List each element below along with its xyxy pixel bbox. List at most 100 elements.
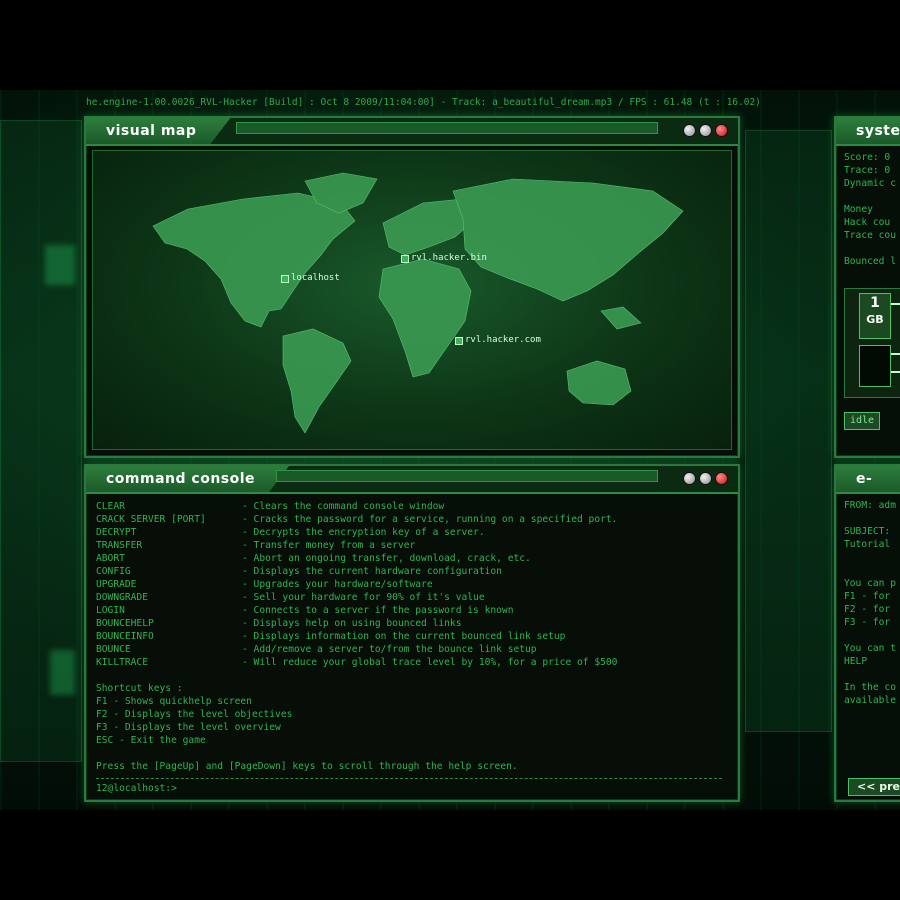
system-stat-line: Bounced l <box>844 256 896 267</box>
command-description: - Abort an ongoing transfer, download, c… <box>242 553 531 564</box>
command-name: BOUNCEINFO <box>96 631 154 642</box>
command-name: CRACK SERVER [PORT] <box>96 514 206 525</box>
command-description: - Upgrades your hardware/software <box>242 579 433 590</box>
console-divider <box>96 778 722 779</box>
map-node-localhost[interactable] <box>281 275 289 283</box>
titlebar-decoration <box>236 122 658 134</box>
system-title: syste <box>836 118 900 144</box>
world-map-graphic <box>152 172 684 434</box>
ram-unit: GB <box>866 313 884 326</box>
command-name: BOUNCEHELP <box>96 618 154 629</box>
command-name: CLEAR <box>96 501 125 512</box>
email-line: You can p <box>844 578 896 589</box>
close-button[interactable] <box>715 472 728 485</box>
email-title: e-mai <box>836 466 900 492</box>
minimize-button[interactable] <box>683 472 696 485</box>
command-console-title: command console <box>86 466 289 492</box>
shortcut-header: Shortcut keys : <box>96 683 183 694</box>
engine-status-line: he.engine-1.00.0026_RVL-Hacker [Build] :… <box>86 97 761 108</box>
email-line: F3 - for <box>844 617 891 628</box>
titlebar-decoration <box>276 470 658 482</box>
maximize-button[interactable] <box>699 124 712 137</box>
ram-chip: 1 GB <box>859 293 891 339</box>
continent-islands <box>600 306 642 330</box>
command-console-titlebar[interactable]: command console <box>86 466 738 494</box>
command-name: TRANSFER <box>96 540 143 551</box>
email-line: SUBJECT: <box>844 526 891 537</box>
background-server-rack-right <box>745 130 832 732</box>
email-line: F1 - for <box>844 591 891 602</box>
system-stat-line: Money <box>844 204 873 215</box>
background-glow-left <box>45 245 75 285</box>
shortcut-line: F3 - Displays the level overview <box>96 722 281 733</box>
world-map[interactable]: localhost rvl.hacker.bin rvl.hacker.com <box>92 150 732 450</box>
command-console-window: command console CLEAR - Clears the comman… <box>84 464 740 802</box>
background-glow-left-lower <box>50 650 75 695</box>
email-titlebar[interactable]: e-mai <box>836 466 900 494</box>
system-titlebar[interactable]: syste <box>836 118 900 146</box>
command-name: UPGRADE <box>96 579 137 590</box>
shortcut-line: F2 - Displays the level objectives <box>96 709 293 720</box>
system-stat-line: Hack cou <box>844 217 891 228</box>
continent-north-america <box>152 192 356 328</box>
command-name: KILLTRACE <box>96 657 148 668</box>
continent-australia <box>566 360 632 406</box>
command-name: DOWNGRADE <box>96 592 148 603</box>
command-name: BOUNCE <box>96 644 131 655</box>
command-description: - Displays help on using bounced links <box>242 618 462 629</box>
maximize-button[interactable] <box>699 472 712 485</box>
command-name: DECRYPT <box>96 527 137 538</box>
shortcut-line: F1 - Shows quickhelp screen <box>96 696 252 707</box>
system-stat-line: Dynamic c <box>844 178 896 189</box>
visual-map-titlebar[interactable]: visual map <box>86 118 738 146</box>
email-line: In the co <box>844 682 896 693</box>
circuit-line <box>891 371 900 373</box>
command-description: - Will reduce your global trace level by… <box>242 657 618 668</box>
email-line: HELP <box>844 656 868 667</box>
email-prev-button[interactable]: << pre <box>848 778 900 796</box>
visual-map-window: visual map localhost rvl.hacker.bin rvl.… <box>84 116 740 458</box>
minimize-button[interactable] <box>683 124 696 137</box>
email-line: Tutorial <box>844 539 891 550</box>
ram-module: 1 GB <box>844 288 900 398</box>
email-window: e-mai FROM: adm SUBJECT: Tutorial You ca… <box>834 464 900 802</box>
scroll-hint: Press the [PageUp] and [PageDown] keys t… <box>96 761 518 772</box>
email-body[interactable]: FROM: adm SUBJECT: Tutorial You can p F1… <box>836 498 900 758</box>
window-controls <box>683 472 728 485</box>
console-output[interactable]: CLEAR - Clears the command console window… <box>92 498 732 794</box>
command-description: - Clears the command console window <box>242 501 445 512</box>
map-label-localhost: localhost <box>291 273 340 283</box>
system-window: syste Score: 0 Trace: 0 Dynamic c Money … <box>834 116 900 458</box>
map-label-rvl-hacker-bin: rvl.hacker.bin <box>411 253 487 263</box>
window-controls <box>683 124 728 137</box>
visual-map-title: visual map <box>86 118 230 144</box>
command-description: - Connects to a server if the password i… <box>242 605 514 616</box>
close-button[interactable] <box>715 124 728 137</box>
command-name: CONFIG <box>96 566 131 577</box>
email-line: available <box>844 695 896 706</box>
email-line: You can t <box>844 643 896 654</box>
command-description: - Cracks the password for a service, run… <box>242 514 618 525</box>
map-node-rvl-hacker-bin[interactable] <box>401 255 409 263</box>
system-stat-line: Trace: 0 <box>844 165 891 176</box>
map-node-rvl-hacker-com[interactable] <box>455 337 463 345</box>
shortcut-line: ESC - Exit the game <box>96 735 206 746</box>
cpu-block <box>859 345 891 387</box>
command-description: - Decrypts the encryption key of a serve… <box>242 527 485 538</box>
continent-africa <box>378 258 472 378</box>
email-line: F2 - for <box>844 604 891 615</box>
command-description: - Sell your hardware for 90% of it's val… <box>242 592 485 603</box>
command-description: - Transfer money from a server <box>242 540 416 551</box>
continent-south-america <box>282 328 352 434</box>
system-status-badge: idle <box>844 412 880 430</box>
map-label-rvl-hacker-com: rvl.hacker.com <box>465 335 541 345</box>
email-line: FROM: adm <box>844 500 896 511</box>
system-stats: Score: 0 Trace: 0 Dynamic c Money Hack c… <box>836 150 900 280</box>
command-description: - Displays information on the current bo… <box>242 631 566 642</box>
command-description: - Displays the current hardware configur… <box>242 566 502 577</box>
continent-asia <box>452 178 684 302</box>
system-stat-line: Score: 0 <box>844 152 891 163</box>
console-prompt[interactable]: 12@localhost:> <box>96 782 177 794</box>
command-name: ABORT <box>96 553 125 564</box>
circuit-line <box>891 303 900 305</box>
